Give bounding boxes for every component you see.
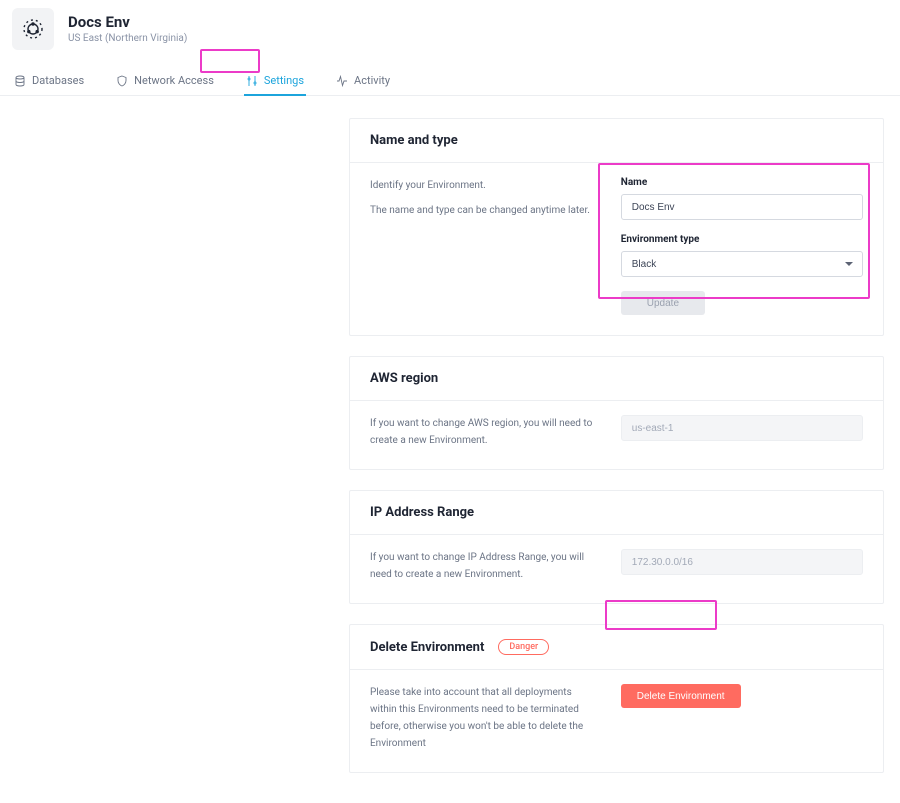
name-input[interactable] <box>621 194 863 220</box>
tab-label: Activity <box>354 74 390 87</box>
card-ip-range: IP Address Range If you want to change I… <box>349 490 884 604</box>
card-title: AWS region <box>370 371 438 386</box>
database-icon <box>14 75 26 87</box>
card-title: Delete Environment <box>370 640 484 655</box>
card-description: Please take into account that all deploy… <box>370 684 597 752</box>
tab-label: Databases <box>32 74 84 87</box>
tab-label: Network Access <box>134 74 214 87</box>
danger-badge: Danger <box>498 639 549 655</box>
aws-region-input <box>621 415 863 441</box>
environment-logo <box>12 8 54 50</box>
circles-icon <box>21 17 45 41</box>
tab-databases[interactable]: Databases <box>12 66 86 95</box>
card-name-and-type: Name and type Identify your Environment.… <box>349 118 884 336</box>
tab-label: Settings <box>264 74 304 87</box>
tab-activity[interactable]: Activity <box>334 66 392 95</box>
tabs-nav: Databases Network Access Settings <box>0 60 900 96</box>
card-description: The name and type can be changed anytime… <box>370 202 597 219</box>
tab-network-access[interactable]: Network Access <box>114 66 216 95</box>
activity-icon <box>336 75 348 87</box>
env-type-label: Environment type <box>621 234 863 245</box>
name-label: Name <box>621 177 863 188</box>
card-delete-environment: Delete Environment Danger Please take in… <box>349 624 884 773</box>
shield-icon <box>116 75 128 87</box>
tab-settings[interactable]: Settings <box>244 66 306 95</box>
card-description: If you want to change AWS region, you wi… <box>370 415 597 449</box>
env-type-select[interactable]: Black <box>621 251 863 277</box>
delete-environment-button[interactable]: Delete Environment <box>621 684 741 708</box>
page-title: Docs Env <box>68 13 187 31</box>
page-subtitle: US East (Northern Virginia) <box>68 33 187 45</box>
card-aws-region: AWS region If you want to change AWS reg… <box>349 356 884 470</box>
settings-icon <box>246 75 258 87</box>
card-description: Identify your Environment. <box>370 177 597 194</box>
update-button[interactable]: Update <box>621 291 705 315</box>
card-title: Name and type <box>370 133 458 148</box>
card-title: IP Address Range <box>370 505 474 520</box>
card-description: If you want to change IP Address Range, … <box>370 549 597 583</box>
ip-range-input <box>621 549 863 575</box>
